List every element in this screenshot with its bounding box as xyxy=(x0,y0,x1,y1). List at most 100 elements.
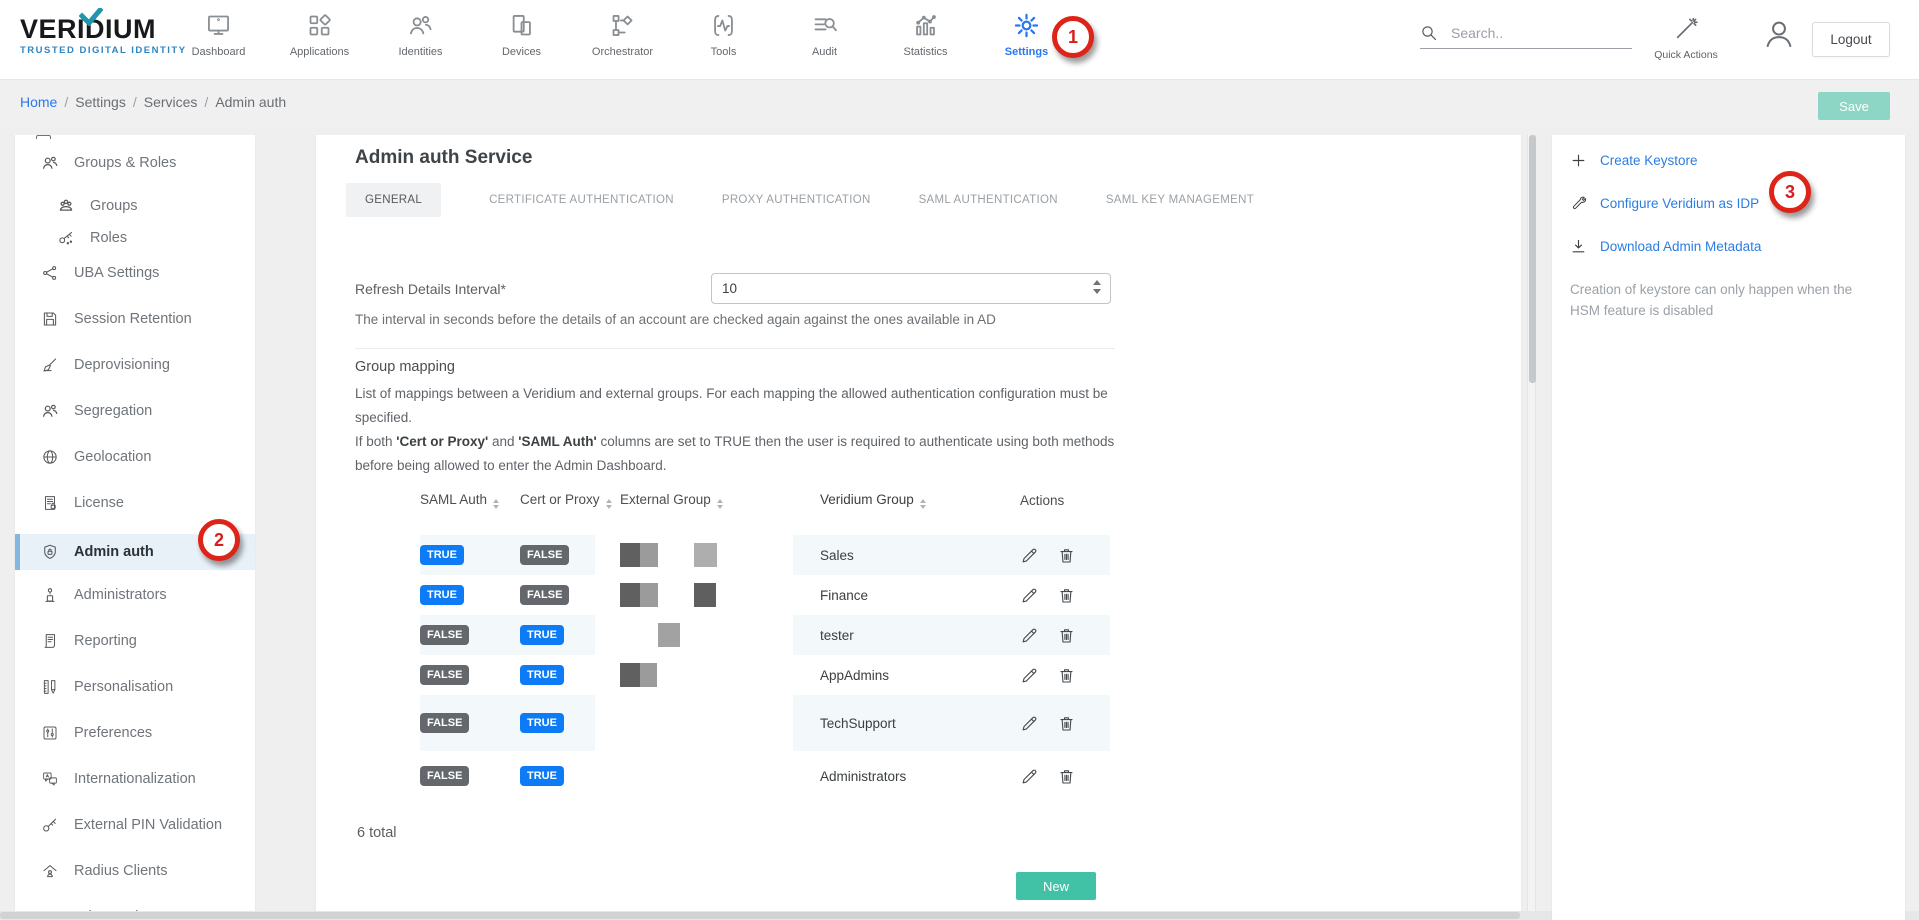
sidebar-item-administrators[interactable]: Administrators xyxy=(15,580,255,610)
edit-icon[interactable] xyxy=(1020,626,1039,645)
redacted-text-block xyxy=(640,543,658,567)
edit-icon[interactable] xyxy=(1020,546,1039,565)
sort-icon[interactable] xyxy=(606,499,612,509)
save-button[interactable]: Save xyxy=(1818,92,1890,120)
sidebar-item-groups-roles[interactable]: Groups & Roles xyxy=(15,148,255,178)
configure-veridium-as-idp-link[interactable]: Configure Veridium as IDP xyxy=(1570,193,1887,213)
create-keystore-link[interactable]: Create Keystore xyxy=(1570,150,1887,170)
edit-icon[interactable] xyxy=(1020,767,1039,786)
group-mapping-description: List of mappings between a Veridium and … xyxy=(355,382,1130,429)
search-icon[interactable] xyxy=(1420,24,1438,42)
sidebar-item-reporting[interactable]: Reporting xyxy=(15,626,255,656)
orchestrator-icon xyxy=(609,12,636,39)
horizontal-scrollbar-thumb[interactable] xyxy=(0,912,1520,919)
sort-icon[interactable] xyxy=(717,499,723,509)
saml-auth-badge: TRUE xyxy=(420,545,464,565)
geolocation-icon xyxy=(41,448,59,466)
search-input[interactable] xyxy=(1451,25,1621,41)
external-group-cell xyxy=(620,575,820,615)
nav-item-orchestrator[interactable]: Orchestrator xyxy=(572,9,673,71)
refresh-interval-label: Refresh Details Interval* xyxy=(355,281,506,297)
delete-icon[interactable] xyxy=(1057,546,1076,565)
delete-icon[interactable] xyxy=(1057,626,1076,645)
vertical-scrollbar[interactable] xyxy=(1527,135,1536,920)
sort-icon[interactable] xyxy=(920,499,926,509)
vertical-scrollbar-thumb[interactable] xyxy=(1529,135,1536,383)
main-content-card: Admin auth Service GENERALCERTIFICATE AU… xyxy=(316,135,1521,920)
external-group-cell xyxy=(620,655,820,695)
nav-item-tools[interactable]: Tools xyxy=(673,9,774,71)
download-icon xyxy=(1570,238,1587,255)
table-row: FALSE TRUE TechSupport xyxy=(420,695,1110,751)
clipped-sidebar-item xyxy=(36,135,51,139)
breadcrumb-services[interactable]: Services xyxy=(144,94,198,110)
veridium-group-cell: tester xyxy=(820,628,1020,643)
sidebar-item-groups[interactable]: Groups xyxy=(15,194,255,218)
breadcrumb-settings[interactable]: Settings xyxy=(75,94,126,110)
edit-icon[interactable] xyxy=(1020,666,1039,685)
preferences-icon xyxy=(41,724,59,742)
sidebar-item-preferences[interactable]: Preferences xyxy=(15,718,255,748)
statistics-icon xyxy=(912,12,939,39)
sidebar-item-segregation[interactable]: Segregation xyxy=(15,396,255,426)
edit-icon[interactable] xyxy=(1020,714,1039,733)
redacted-text-block xyxy=(640,663,657,687)
sort-icon[interactable] xyxy=(493,499,499,509)
sidebar-item-session-retention[interactable]: Session Retention xyxy=(15,304,255,334)
column-header: Actions xyxy=(1020,493,1064,508)
tab-general[interactable]: GENERAL xyxy=(346,183,441,217)
sidebar-item-internationalization[interactable]: Internationalization xyxy=(15,764,255,794)
logo-checkmark-icon xyxy=(79,8,103,26)
user-avatar-icon[interactable] xyxy=(1762,17,1796,51)
sidebar-item-external-pin-validation[interactable]: External PIN Validation xyxy=(15,810,255,840)
nav-item-audit[interactable]: Audit xyxy=(774,9,875,71)
stepper-arrows-icon[interactable] xyxy=(1093,280,1101,294)
external-group-cell xyxy=(620,695,820,751)
roles-icon xyxy=(57,229,75,247)
nav-item-identities[interactable]: Identities xyxy=(370,9,471,71)
nav-item-applications[interactable]: Applications xyxy=(269,9,370,71)
cert-or-proxy-badge: TRUE xyxy=(520,766,564,786)
sidebar-item-geolocation[interactable]: Geolocation xyxy=(15,442,255,472)
sidebar-item-license[interactable]: License xyxy=(15,488,255,518)
table-header-row: SAML AuthCert or ProxyExternal GroupVeri… xyxy=(420,485,1110,515)
refresh-interval-input[interactable] xyxy=(712,274,1110,303)
nav-item-dashboard[interactable]: Dashboard xyxy=(168,9,269,71)
delete-icon[interactable] xyxy=(1057,767,1076,786)
cert-or-proxy-badge: TRUE xyxy=(520,665,564,685)
delete-icon[interactable] xyxy=(1057,586,1076,605)
table-row: FALSE TRUE AppAdmins xyxy=(420,655,1110,695)
sidebar-item-uba-settings[interactable]: UBA Settings xyxy=(15,258,255,288)
tab-bar: GENERAL CERTIFICATE AUTHENTICATION PROXY A… xyxy=(346,183,1254,217)
breadcrumb-bar: Home/Settings/Services/Admin auth Save xyxy=(0,80,1919,127)
new-mapping-button[interactable]: New xyxy=(1016,872,1096,900)
tab-saml-authentication[interactable]: SAML AUTHENTICATION xyxy=(919,183,1058,217)
refresh-interval-help: The interval in seconds before the detai… xyxy=(355,312,996,327)
download-admin-metadata-link[interactable]: Download Admin Metadata xyxy=(1570,236,1887,256)
breadcrumb-home[interactable]: Home xyxy=(20,94,57,110)
sidebar-item-personalisation[interactable]: Personalisation xyxy=(15,672,255,702)
edit-icon[interactable] xyxy=(1020,586,1039,605)
quick-actions-button[interactable]: Quick Actions xyxy=(1645,16,1727,61)
tab-saml-key-management[interactable]: SAML KEY MANAGEMENT xyxy=(1106,183,1254,217)
keystore-note: Creation of keystore can only happen whe… xyxy=(1570,279,1858,321)
delete-icon[interactable] xyxy=(1057,666,1076,685)
group-mapping-heading: Group mapping xyxy=(355,359,455,375)
redacted-text-block xyxy=(620,543,640,567)
table-total-count: 6 total xyxy=(357,825,397,841)
tab-proxy-authentication[interactable]: PROXY AUTHENTICATION xyxy=(722,183,871,217)
column-header: External Group xyxy=(620,492,711,507)
delete-icon[interactable] xyxy=(1057,714,1076,733)
tab-certificate-authentication[interactable]: CERTIFICATE AUTHENTICATION xyxy=(489,183,674,217)
top-header: VERIDIUM TRUSTED DIGITAL IDENTITY Dashbo… xyxy=(0,0,1919,80)
nav-item-statistics[interactable]: Statistics xyxy=(875,9,976,71)
sidebar-item-deprovisioning[interactable]: Deprovisioning xyxy=(15,350,255,380)
sidebar-item-radius-clients[interactable]: Radius Clients xyxy=(15,856,255,886)
logout-button[interactable]: Logout xyxy=(1812,22,1890,57)
breadcrumb: Home/Settings/Services/Admin auth xyxy=(20,94,286,110)
nav-item-devices[interactable]: Devices xyxy=(471,9,572,71)
sidebar-item-roles[interactable]: Roles xyxy=(15,226,255,250)
redacted-text-block xyxy=(694,583,716,607)
internationalization-icon xyxy=(41,770,59,788)
devices-icon xyxy=(508,12,535,39)
